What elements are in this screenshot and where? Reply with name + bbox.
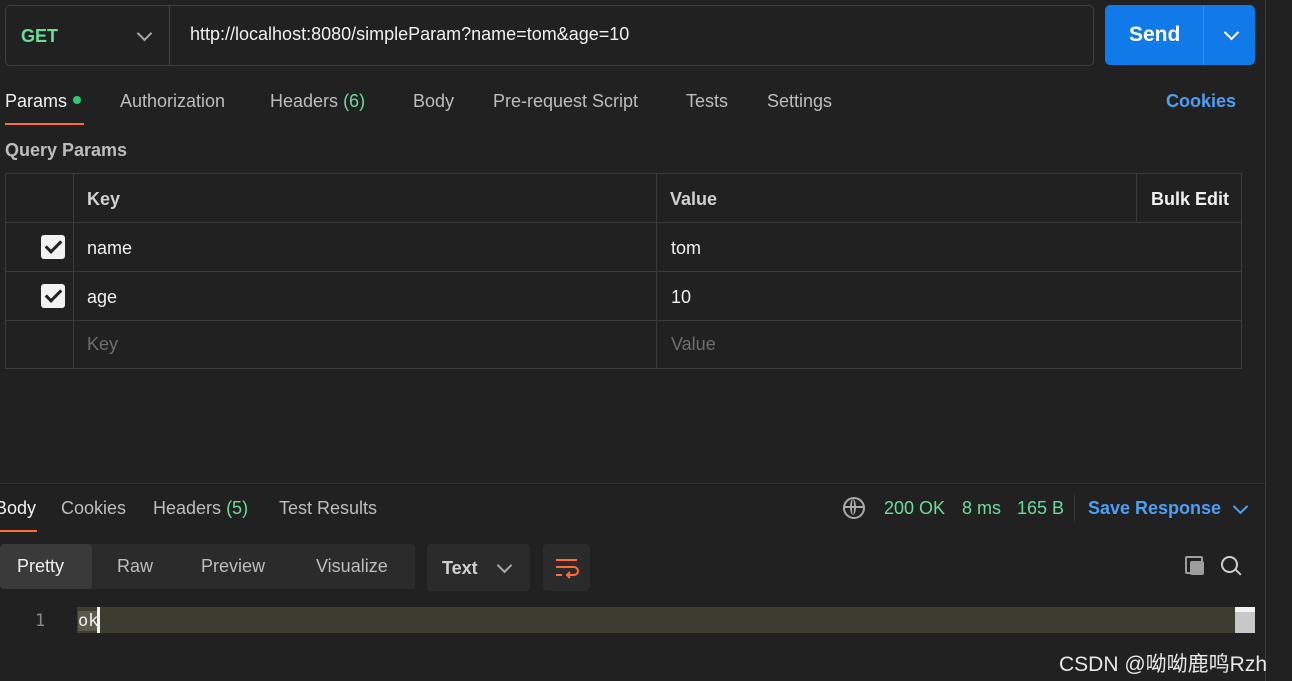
status-separator [1074,495,1075,521]
query-params-title: Query Params [5,140,128,160]
table-divider [6,320,1241,321]
param-value-input[interactable]: 10 [671,287,691,308]
window-edge [1265,0,1266,681]
watermark: CSDN @呦呦鹿鸣Rzh [1059,653,1268,676]
new-param-value-input[interactable]: Value [671,334,716,355]
column-header-value: Value [670,189,718,209]
save-response-chevron-icon[interactable] [1232,498,1249,515]
send-options-chevron-icon[interactable] [1223,24,1240,41]
checkbox-checked-icon[interactable] [41,235,65,259]
response-time[interactable]: 8 ms [962,498,1001,519]
code-line-highlight [77,607,1255,633]
wrap-lines-icon [556,559,579,579]
table-divider [656,174,657,368]
copy-icon[interactable] [1185,556,1205,576]
tab-settings[interactable]: Settings [767,91,832,112]
param-key-input[interactable]: name [87,238,132,259]
send-split-divider [1203,5,1204,65]
tab-headers[interactable]: Headers (6) [270,91,365,112]
active-tab-underline [5,123,84,125]
tab-tests[interactable]: Tests [686,91,728,112]
response-size[interactable]: 165 B [1017,498,1064,519]
search-icon[interactable] [1221,556,1242,576]
query-params-table: Key Value Bulk Edit name tom age 10 Key … [5,173,1242,369]
param-value-input[interactable]: tom [671,238,701,259]
cookies-link[interactable]: Cookies [1166,91,1236,112]
line-number: 1 [35,611,46,631]
editor-scrollbar-cap [1235,607,1255,612]
params-modified-dot [73,96,82,105]
tab-body-label: Body [413,91,455,111]
tab-body[interactable]: Body [413,91,454,112]
response-tab-cookies[interactable]: Cookies [61,498,126,519]
save-response-button[interactable]: Save Response [1088,498,1221,519]
send-button[interactable]: Send [1105,5,1255,65]
table-divider [73,174,74,368]
view-mode-visualize[interactable]: Visualize [316,556,388,577]
response-tab-test-results[interactable]: Test Results [279,498,377,519]
response-tab-headers-label: Headers [153,498,222,518]
column-header-key: Key [87,189,121,209]
view-mode-raw[interactable]: Raw [117,556,153,577]
search-icon-handle [1234,568,1242,576]
send-label: Send [1129,23,1181,46]
response-tab-test-results-label: Test Results [279,498,378,518]
view-mode-selector: Pretty Raw Preview Visualize [0,544,415,589]
new-param-key-input[interactable]: Key [87,334,118,355]
chevron-down-icon [496,557,513,574]
table-divider [6,222,1241,223]
tab-pre-request-script-label: Pre-request Script [493,91,639,111]
response-headers-count-badge: (5) [226,498,249,518]
checkbox-checked-icon[interactable] [41,284,65,308]
tab-params-label: Params [5,91,68,111]
response-body-text[interactable]: ok [78,611,99,631]
response-tab-cookies-label: Cookies [61,498,127,518]
param-key-input[interactable]: age [87,287,117,308]
tab-pre-request-script[interactable]: Pre-request Script [493,91,638,112]
tab-authorization-label: Authorization [120,91,226,111]
tab-authorization[interactable]: Authorization [120,91,225,112]
view-mode-pretty[interactable]: Pretty [17,556,64,577]
tab-tests-label: Tests [686,91,729,111]
chevron-down-icon [136,25,153,42]
tab-headers-label: Headers [270,91,339,111]
table-divider [6,271,1241,272]
globe-icon[interactable] [843,497,865,519]
table-divider [1136,174,1137,222]
active-response-tab-underline [0,530,37,532]
headers-count-badge: (6) [343,91,366,111]
status-code[interactable]: 200 OK [884,498,945,519]
response-tab-body-label: Body [0,498,37,518]
response-tab-headers[interactable]: Headers (5) [153,498,248,519]
format-select-label: Text [442,558,478,578]
text-cursor [97,607,100,633]
format-select[interactable]: Text [427,544,530,591]
method-select[interactable]: GET [6,6,170,65]
response-tab-body[interactable]: Body [0,498,36,519]
tab-settings-label: Settings [767,91,833,111]
response-pane-divider[interactable] [0,483,1265,484]
url-input[interactable]: http://localhost:8080/simpleParam?name=t… [190,24,629,45]
method-label: GET [21,26,59,46]
copy-icon-front [1190,561,1204,575]
wrap-lines-button[interactable] [543,544,590,591]
tab-params[interactable]: Params [5,91,82,112]
bulk-edit-button[interactable]: Bulk Edit [1151,189,1229,210]
view-mode-preview[interactable]: Preview [201,556,265,577]
url-bar: GET http://localhost:8080/simpleParam?na… [5,5,1094,66]
